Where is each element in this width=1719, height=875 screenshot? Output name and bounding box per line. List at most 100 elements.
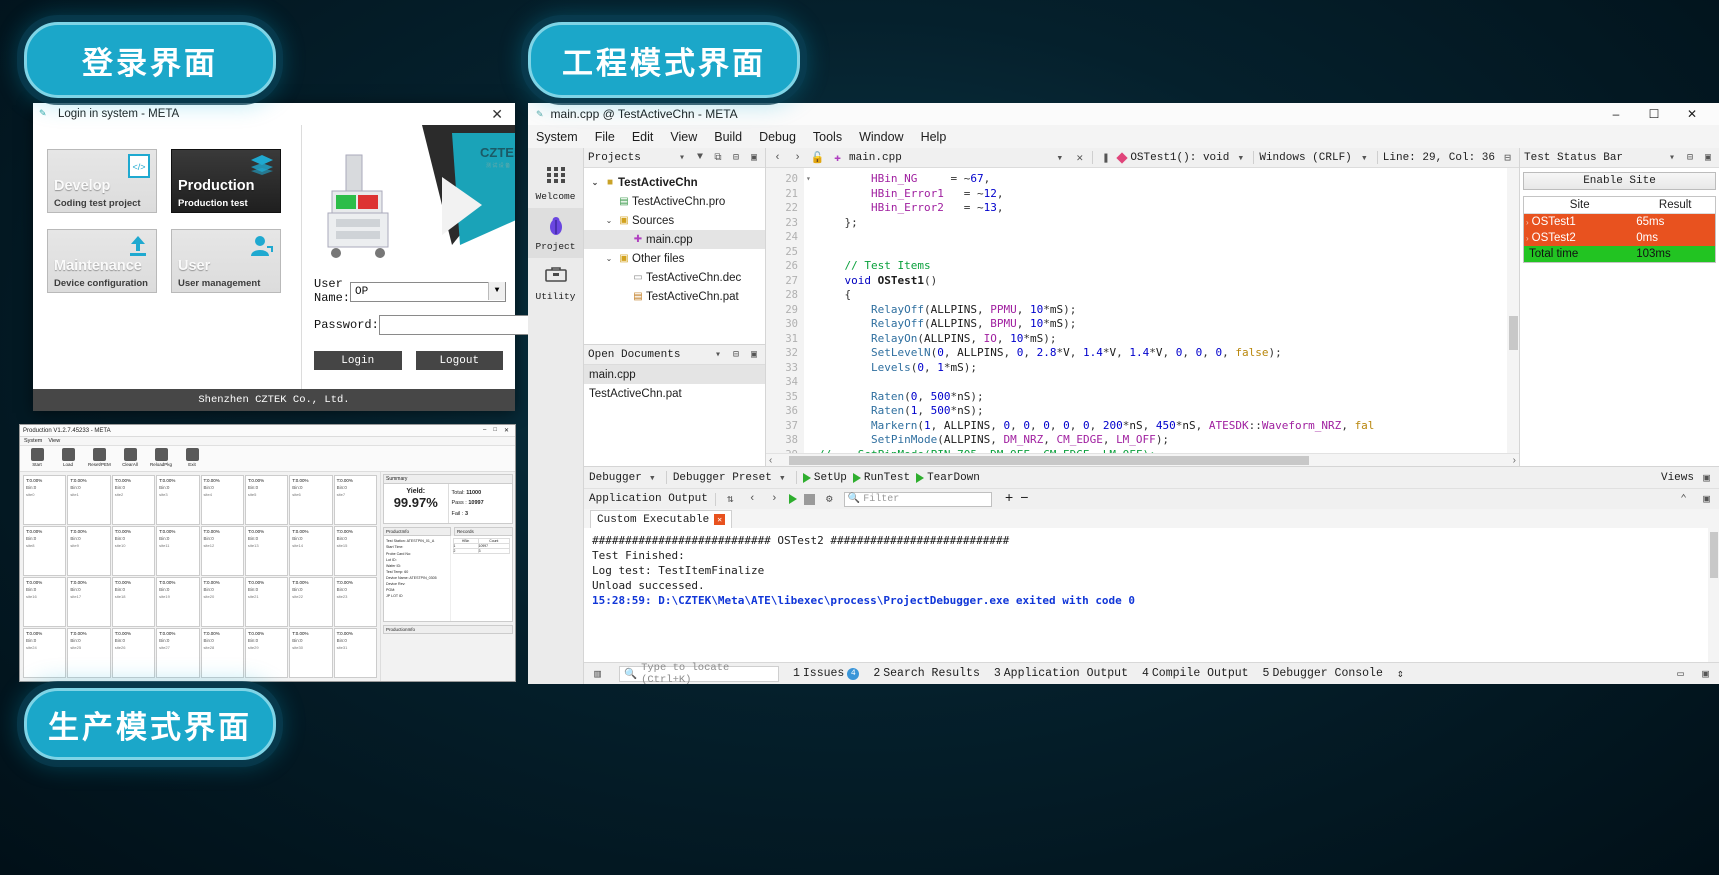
site-cell[interactable]: T:0.00% Bin:0 site18	[111, 577, 156, 627]
setup-button[interactable]: SetUp	[802, 472, 847, 484]
maximize-pane-icon[interactable]: ▣	[747, 152, 761, 164]
split-icon[interactable]: ⊟	[729, 152, 743, 164]
split-icon[interactable]: ⊟	[1500, 151, 1515, 165]
close-icon[interactable]: ✕	[504, 427, 509, 434]
minimize-icon[interactable]: –	[1597, 107, 1635, 121]
maximize-pane-icon[interactable]: ▣	[1699, 492, 1714, 506]
site-cell[interactable]: T:0.00% Bin:0 site4	[200, 475, 244, 525]
back-icon[interactable]: ‹	[770, 152, 785, 164]
filter-icon[interactable]: ▼	[693, 152, 707, 163]
mode-project[interactable]: Project	[528, 208, 583, 258]
chevron-down-icon[interactable]: ▾	[711, 349, 725, 361]
site-cell[interactable]: T:0.00% Bin:0 site11	[156, 526, 200, 576]
close-document-icon[interactable]: ✕	[1072, 151, 1087, 165]
maximize-icon[interactable]: ☐	[1635, 107, 1673, 121]
password-input[interactable]	[378, 315, 535, 335]
chevron-right-icon[interactable]: ›	[1526, 234, 1529, 243]
logout-button[interactable]: Logout	[415, 351, 503, 370]
scrollbar-thumb[interactable]	[1509, 316, 1518, 351]
chevron-down-icon[interactable]: ▾	[675, 152, 689, 164]
forward-icon[interactable]: ›	[790, 152, 805, 164]
site-cell[interactable]: T:0.00% Bin:0 site23	[333, 577, 377, 627]
stop-icon[interactable]	[803, 493, 815, 505]
minimize-icon[interactable]: –	[483, 427, 486, 434]
toolbar-start[interactable]: Start	[26, 448, 48, 469]
scroll-right-icon[interactable]: ›	[1510, 455, 1519, 466]
lock-icon[interactable]: 🔓	[810, 151, 825, 165]
link-icon[interactable]: ⧉	[711, 152, 725, 164]
status-item-issues[interactable]: 1 Issues 4	[793, 666, 860, 681]
menu-file[interactable]: File	[595, 130, 615, 144]
tile-production[interactable]: Production Production test	[171, 149, 281, 213]
toolbar-reset[interactable]: Reset/PEM	[88, 448, 111, 469]
toggle-sidebar-icon[interactable]: ▥	[590, 667, 605, 681]
code-editor[interactable]: 20 21 22 23 24 25 26 27 28 29 30 31 32 33 34 35 36 37 38 39…	[766, 168, 1519, 453]
menu-tools[interactable]: Tools	[813, 130, 842, 144]
menu-debug[interactable]: Debug	[759, 130, 796, 144]
editor-vertical-scrollbar[interactable]	[1507, 168, 1519, 453]
site-cell[interactable]: T:0.00% Bin:0 site21	[244, 577, 289, 627]
site-cell[interactable]: T:0.00% Bin:0 site27	[156, 628, 200, 678]
chevron-down-icon[interactable]: ▾	[1665, 152, 1679, 164]
chevron-down-icon[interactable]: ▾	[1357, 151, 1372, 165]
menu-edit[interactable]: Edit	[632, 130, 654, 144]
toolbar-exit[interactable]: Exit	[181, 448, 203, 469]
site-cell[interactable]: T:0.00% Bin:0 site20	[200, 577, 244, 627]
site-cell[interactable]: T:0.00% Bin:0 site24	[23, 628, 67, 678]
collapse-icon[interactable]: ⌃	[1676, 492, 1691, 506]
twisty-icon[interactable]: ⌄	[602, 254, 616, 263]
split-icon[interactable]: ⊟	[1683, 152, 1697, 164]
status-item-compile-output[interactable]: 4 Compile Output	[1142, 666, 1249, 681]
sort-icon[interactable]: ⇅	[723, 492, 738, 506]
site-cell[interactable]: T:0.00% Bin:0 site8	[23, 526, 67, 576]
username-input[interactable]	[350, 281, 506, 302]
chevron-down-icon[interactable]: ▼	[488, 281, 505, 300]
menu-system[interactable]: System	[536, 130, 578, 144]
tree-item-other-files[interactable]: ⌄ ▣ Other files	[584, 249, 765, 268]
debugger-preset-selector[interactable]: Debugger Preset	[673, 472, 772, 484]
mode-welcome[interactable]: Welcome	[528, 158, 583, 208]
split-icon[interactable]: ⊟	[729, 349, 743, 361]
scrollbar-thumb[interactable]	[1710, 532, 1718, 578]
chevron-down-icon[interactable]: ▾	[775, 471, 790, 485]
panel-toggle-icon[interactable]: ▣	[1698, 667, 1713, 681]
site-row[interactable]: › OSTest1 65ms	[1524, 214, 1715, 230]
site-cell[interactable]: T:0.00% Bin:0 site0	[23, 475, 67, 525]
next-icon[interactable]: ›	[767, 493, 782, 505]
code-text[interactable]: HBin_NG = ~67, HBin_Error1 = ~12, HBin_E…	[804, 168, 1519, 453]
site-cell[interactable]: T:0.00% Bin:0 site9	[67, 526, 111, 576]
application-output-title[interactable]: Application Output	[589, 493, 708, 505]
toolbar-reloadpkg[interactable]: ReloadPkg	[150, 448, 172, 469]
editor-horizontal-scrollbar[interactable]: ‹ ›	[766, 453, 1519, 466]
toolbar-load[interactable]: Load	[57, 448, 79, 469]
open-document-item[interactable]: TestActiveChn.pat	[584, 384, 765, 403]
menu-system[interactable]: System	[24, 438, 42, 444]
tree-item-testactivechn-dec[interactable]: ▭ TestActiveChn.dec	[584, 268, 765, 287]
site-cell[interactable]: T:0.00% Bin:0 site16	[23, 577, 67, 627]
views-button[interactable]: Views	[1661, 472, 1694, 484]
status-item-application-output[interactable]: 3 Application Output	[994, 666, 1128, 681]
close-icon[interactable]: ✕	[485, 106, 509, 123]
debugger-selector[interactable]: Debugger	[589, 472, 642, 484]
site-cell[interactable]: T:0.00% Bin:0 site31	[333, 628, 377, 678]
line-ending-selector[interactable]: Windows (CRLF)	[1259, 152, 1351, 164]
site-cell[interactable]: T:0.00% Bin:0 site25	[67, 628, 111, 678]
zoom-out-icon[interactable]: −	[1020, 491, 1028, 507]
site-cell[interactable]: T:0.00% Bin:0 site12	[200, 526, 244, 576]
site-cell[interactable]: T:0.00% Bin:0 site6	[289, 475, 333, 525]
toolbar-clearall[interactable]: ClearAll	[119, 448, 141, 469]
scrollbar-thumb[interactable]	[789, 455, 1310, 465]
editor-symbol[interactable]: OSTest1(): void	[1130, 152, 1229, 164]
site-row[interactable]: › OSTest2 0ms	[1524, 230, 1715, 246]
tree-item-testactivechn-pat[interactable]: ▤ TestActiveChn.pat	[584, 287, 765, 306]
chevron-down-icon[interactable]: ▾	[1052, 151, 1067, 165]
site-cell[interactable]: T:0.00% Bin:0 site26	[111, 628, 156, 678]
site-cell[interactable]: T:0.00% Bin:0 site14	[289, 526, 333, 576]
site-cell[interactable]: T:0.00% Bin:0 site15	[333, 526, 377, 576]
site-cell[interactable]: T:0.00% Bin:0 site5	[244, 475, 289, 525]
twisty-icon[interactable]: ⌄	[588, 178, 602, 187]
tile-maintenance[interactable]: Maintenance Device configuration	[47, 229, 157, 293]
login-button[interactable]: Login	[314, 351, 402, 370]
zoom-in-icon[interactable]: +	[1005, 491, 1013, 507]
tab-custom-executable[interactable]: Custom Executable ✕	[590, 510, 733, 528]
